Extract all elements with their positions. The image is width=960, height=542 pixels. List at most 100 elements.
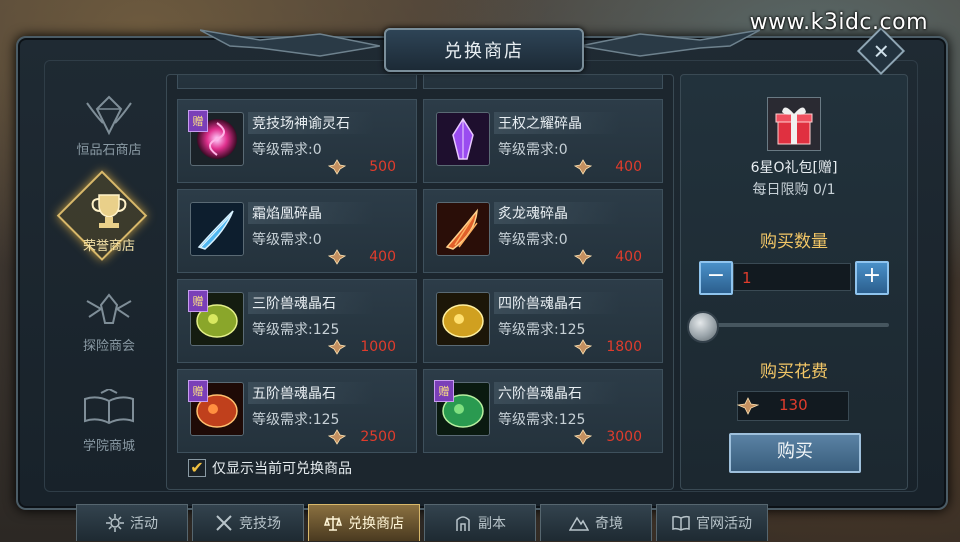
red-claw-shard-icon <box>436 202 490 256</box>
list-item-partial <box>177 75 417 89</box>
increase-quantity-button[interactable]: + <box>855 261 889 295</box>
nav-item-label: 学院商城 <box>82 438 135 454</box>
honor-currency-icon <box>574 159 592 175</box>
tab-official-events[interactable]: 官网活动 <box>656 504 768 541</box>
quantity-slider-track[interactable] <box>699 323 889 327</box>
tab-label: 副本 <box>478 516 506 532</box>
daily-limit: 每日限购 0/1 <box>752 182 836 198</box>
list-item[interactable]: 赠 五阶兽魂晶石 等级需求:125 2500 <box>177 369 417 453</box>
level-requirement: 等级需求:125 <box>498 412 586 428</box>
book-icon <box>672 515 690 531</box>
list-item[interactable]: 炙龙魂碎晶 等级需求:0 400 <box>423 189 663 273</box>
tab-label: 奇境 <box>595 516 623 532</box>
nav-item-crystal-shop[interactable]: 恒品石商店 <box>54 80 164 170</box>
bottom-tab-bar: 活动 竞技场 兑换商店 副本 奇境 官网活动 <box>76 504 896 542</box>
mountain-icon <box>569 516 589 531</box>
watermark: www.k3idc.com <box>749 10 928 35</box>
list-item[interactable]: 四阶兽魂晶石 等级需求:125 1800 <box>423 279 663 363</box>
tab-label: 活动 <box>130 516 158 532</box>
title-wing-right-ornament <box>580 29 760 57</box>
tab-label: 兑换商店 <box>348 516 404 532</box>
title-wing-left-ornament <box>200 29 380 57</box>
list-item[interactable]: 霜焰凰碎晶 等级需求:0 400 <box>177 189 417 273</box>
list-item[interactable]: 赠 六阶兽魂晶石 等级需求:125 3000 <box>423 369 663 453</box>
cost-value: 130 <box>779 396 808 414</box>
level-requirement: 等级需求:125 <box>252 322 340 338</box>
nav-item-label: 探险商会 <box>82 338 135 354</box>
item-price: 400 <box>615 159 642 175</box>
filter-checkbox[interactable]: ✔ <box>188 459 206 477</box>
item-name: 四阶兽魂晶石 <box>498 296 582 312</box>
tab-label: 竞技场 <box>239 516 281 532</box>
nav-item-label: 恒品石商店 <box>76 142 142 158</box>
nav-item-honor-shop[interactable]: 荣誉商店 <box>54 170 164 266</box>
nav-item-academy-mall[interactable]: 学院商城 <box>54 376 164 466</box>
quantity-title: 购买数量 <box>760 232 828 252</box>
honor-currency-icon <box>328 249 346 265</box>
tab-activity[interactable]: 活动 <box>76 504 188 541</box>
honor-currency-icon <box>328 429 346 445</box>
list-item[interactable]: 王权之耀碎晶 等级需求:0 400 <box>423 99 663 183</box>
checkmark-icon: ✔ <box>190 458 204 477</box>
item-price: 1000 <box>360 339 396 355</box>
tab-arena[interactable]: 竞技场 <box>192 504 304 541</box>
crystal-emblem-icon <box>86 95 132 135</box>
selected-item-name: 6星O礼包[赠] <box>750 160 838 176</box>
gift-badge: 赠 <box>188 380 208 402</box>
quantity-slider-handle[interactable] <box>687 311 719 343</box>
honor-currency-icon <box>574 249 592 265</box>
shop-category-nav: 恒品石商店 荣誉商店 探险商会 学院商城 <box>54 80 164 480</box>
scales-icon <box>324 516 342 531</box>
item-price: 3000 <box>606 429 642 445</box>
close-icon: ✕ <box>872 38 890 63</box>
item-name: 三阶兽魂晶石 <box>252 296 336 312</box>
level-requirement: 等级需求:0 <box>498 232 568 248</box>
item-name: 王权之耀碎晶 <box>498 116 582 132</box>
purple-crystal-shard-icon <box>436 112 490 166</box>
level-requirement: 等级需求:125 <box>498 322 586 338</box>
honor-currency-icon <box>574 339 592 355</box>
tab-wonderland[interactable]: 奇境 <box>540 504 652 541</box>
gear-flower-icon <box>106 514 124 532</box>
level-requirement: 等级需求:125 <box>252 412 340 428</box>
honor-currency-icon <box>328 339 346 355</box>
item-price: 400 <box>615 249 642 265</box>
item-name: 炙龙魂碎晶 <box>498 206 568 222</box>
crossed-swords-icon <box>216 515 232 531</box>
quantity-input[interactable]: 1 <box>733 263 851 291</box>
open-book-emblem-icon <box>84 388 134 424</box>
tab-exchange-shop[interactable]: 兑换商店 <box>308 504 420 541</box>
gift-badge: 赠 <box>434 380 454 402</box>
cost-title: 购买花费 <box>760 362 828 382</box>
plus-icon: + <box>862 263 882 288</box>
nav-item-label: 荣誉商店 <box>82 238 135 254</box>
purchase-panel: 6星O礼包[赠] 每日限购 0/1 购买数量 − 1 + 购买花费 130 购买 <box>680 74 908 490</box>
winged-helm-emblem-icon <box>86 292 132 324</box>
available-only-filter[interactable]: ✔ 仅显示当前可兑换商品 <box>188 458 352 478</box>
item-list[interactable]: 赠 竞技场神谕灵石 等级需求:0 500 王权之耀碎晶 等级需求:0 400 霜… <box>166 74 674 490</box>
honor-currency-icon <box>574 429 592 445</box>
dungeon-gate-icon <box>456 516 470 531</box>
window-title: 兑换商店 <box>384 28 584 72</box>
buy-button[interactable]: 购买 <box>729 433 861 473</box>
gift-badge: 赠 <box>188 110 208 132</box>
nav-item-adventure-guild[interactable]: 探险商会 <box>54 276 164 366</box>
list-item[interactable]: 赠 三阶兽魂晶石 等级需求:125 1000 <box>177 279 417 363</box>
item-price: 500 <box>369 159 396 175</box>
gift-box-icon <box>767 97 821 151</box>
item-price: 1800 <box>606 339 642 355</box>
tab-dungeon[interactable]: 副本 <box>424 504 536 541</box>
level-requirement: 等级需求:0 <box>252 142 322 158</box>
item-name: 竞技场神谕灵石 <box>252 116 350 132</box>
item-name: 六阶兽魂晶石 <box>498 386 582 402</box>
yellow-beast-stone-icon <box>436 292 490 346</box>
list-item[interactable]: 赠 竞技场神谕灵石 等级需求:0 500 <box>177 99 417 183</box>
honor-currency-icon <box>328 159 346 175</box>
level-requirement: 等级需求:0 <box>498 142 568 158</box>
minus-icon: − <box>706 263 726 288</box>
decrease-quantity-button[interactable]: − <box>699 261 733 295</box>
filter-label: 仅显示当前可兑换商品 <box>212 461 352 477</box>
trophy-emblem-icon <box>91 193 127 228</box>
gift-badge: 赠 <box>188 290 208 312</box>
level-requirement: 等级需求:0 <box>252 232 322 248</box>
